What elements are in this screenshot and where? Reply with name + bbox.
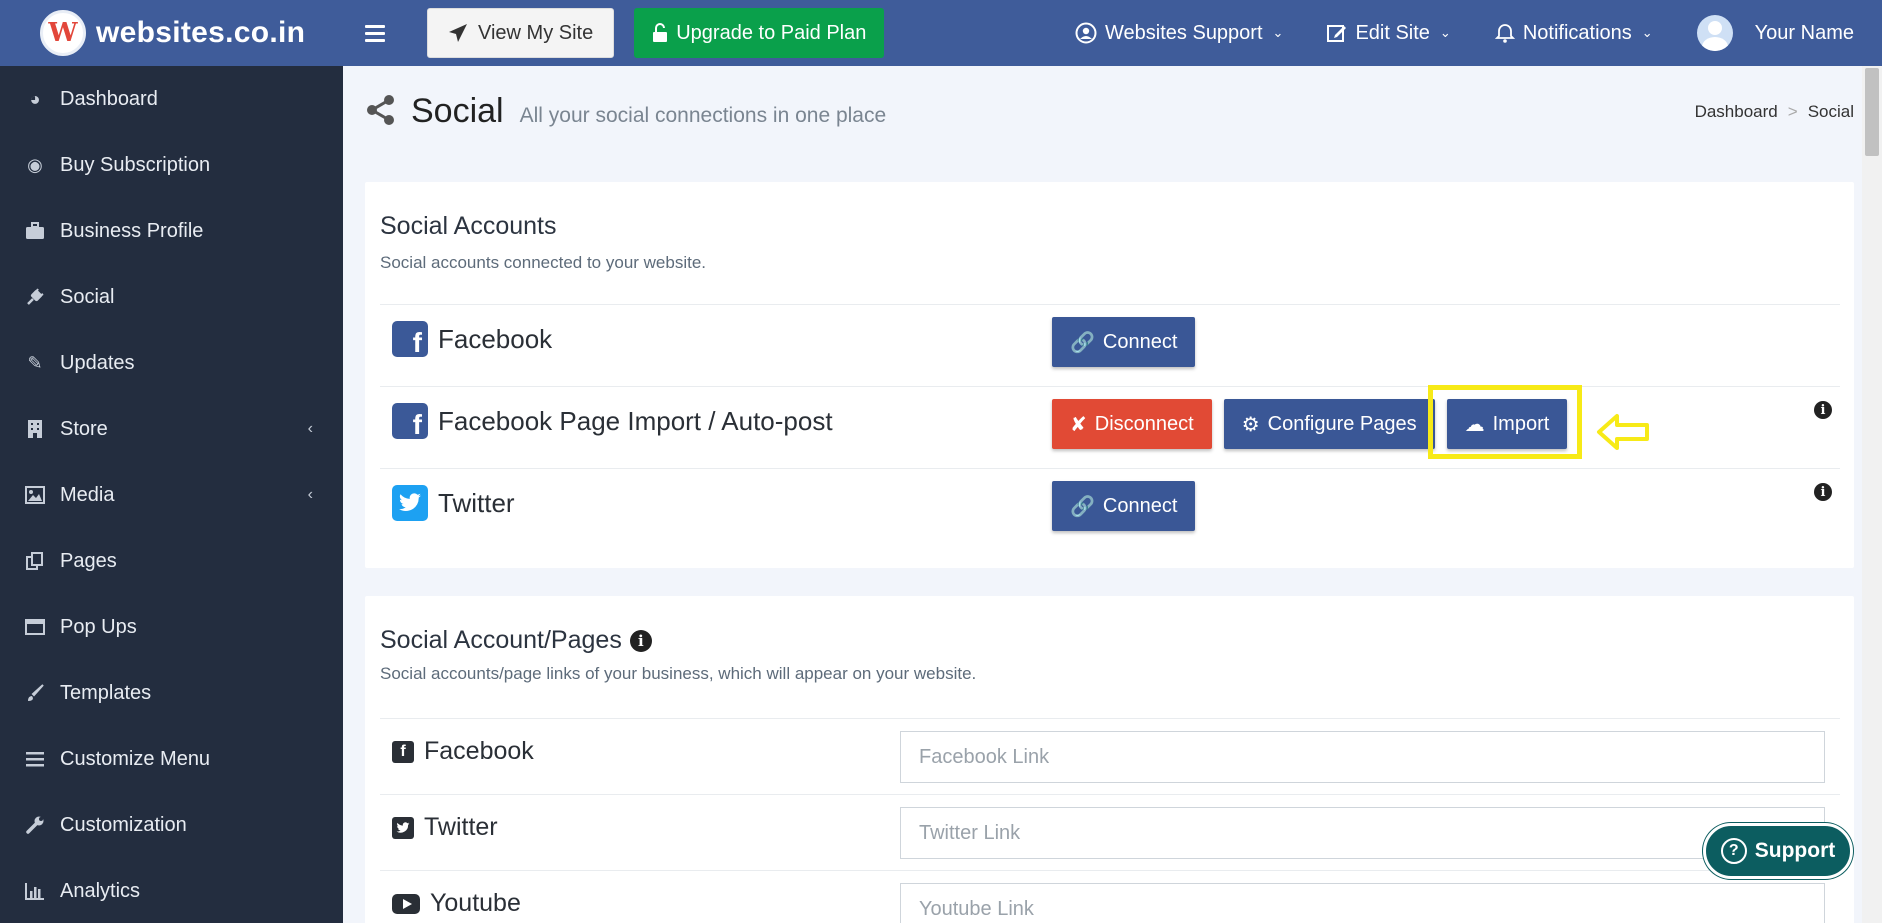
bell-icon <box>1494 24 1515 43</box>
link-icon: 🔗 <box>1070 331 1095 354</box>
sidebar-item-dashboard[interactable]: ◕ Dashboard <box>0 66 343 132</box>
sidebar-toggle-icon[interactable] <box>343 0 407 66</box>
brand-logo[interactable]: W websites.co.in <box>0 0 343 66</box>
paper-plane-icon <box>449 24 467 42</box>
breadcrumb-social: Social <box>1807 102 1854 121</box>
share-icon <box>367 95 394 125</box>
user-menu[interactable]: Your Name <box>1696 15 1854 51</box>
sidebar-item-store[interactable]: Store ‹ <box>0 396 343 462</box>
sidebar-item-pop-ups[interactable]: Pop Ups <box>0 594 343 660</box>
breadcrumb: Dashboard > Social <box>1695 102 1854 122</box>
image-icon <box>24 484 46 506</box>
sidebar-item-customize-menu[interactable]: Customize Menu <box>0 726 343 792</box>
top-navbar: W websites.co.in View My Site Upgrade to… <box>0 0 1882 66</box>
social-pages-description: Social accounts/page links of your busin… <box>380 664 977 683</box>
main-content: Social All your social connections in on… <box>343 66 1882 923</box>
disconnect-button[interactable]: ✘ Disconnect <box>1052 399 1212 449</box>
info-icon[interactable]: i <box>1814 401 1832 419</box>
chevron-left-icon: ‹ <box>307 486 313 503</box>
sidebar-item-customization[interactable]: Customization <box>0 792 343 858</box>
view-my-site-button[interactable]: View My Site <box>427 8 615 58</box>
facebook-icon: f <box>392 321 428 357</box>
avatar <box>1696 15 1733 51</box>
unlink-icon: ✘ <box>1070 413 1087 436</box>
sidebar-item-updates[interactable]: ✎ Updates <box>0 330 343 396</box>
facebook-square-icon: f <box>392 740 414 763</box>
social-accounts-card: Social Accounts Social accounts connecte… <box>365 182 1854 568</box>
gear-icon: ⚙ <box>1241 413 1260 436</box>
facebook-link-input[interactable] <box>900 731 1825 783</box>
account-row-twitter: Twitter 🔗 Connect i <box>380 468 1840 550</box>
user-circle-icon <box>1075 22 1097 44</box>
facebook-icon: f <box>392 403 428 439</box>
breadcrumb-dashboard[interactable]: Dashboard <box>1695 102 1778 122</box>
youtube-icon <box>392 893 420 914</box>
social-accounts-title: Social Accounts <box>380 212 557 240</box>
info-icon[interactable]: i <box>1814 483 1832 501</box>
support-button[interactable]: ? Support <box>1703 823 1853 879</box>
youtube-link-input[interactable] <box>900 883 1825 923</box>
chevron-down-icon: ⌄ <box>1641 25 1653 40</box>
page-header: Social All your social connections in on… <box>365 90 886 131</box>
edit-icon <box>1327 25 1347 42</box>
sidebar-item-buy-subscription[interactable]: ◉ Buy Subscription <box>0 132 343 198</box>
social-pages-title: Social Account/Pages i <box>380 626 652 655</box>
brush-icon <box>24 682 46 704</box>
websites-support-menu[interactable]: Websites Support ⌄ <box>1075 22 1283 45</box>
logo-icon: W <box>40 10 86 56</box>
sidebar-item-social[interactable]: Social <box>0 264 343 330</box>
edit-site-menu[interactable]: Edit Site ⌄ <box>1327 22 1451 45</box>
page-link-row-facebook: f Facebook <box>380 718 1840 794</box>
page-title: Social <box>411 92 504 130</box>
sidebar-item-analytics[interactable]: Analytics <box>0 858 343 923</box>
breadcrumb-separator: > <box>1787 102 1798 121</box>
twitter-square-icon <box>392 816 414 839</box>
briefcase-icon <box>24 220 46 242</box>
building-icon <box>24 418 46 440</box>
twitter-connect-button[interactable]: 🔗 Connect <box>1052 481 1196 531</box>
plug-icon <box>24 286 46 308</box>
twitter-icon <box>392 485 428 521</box>
sidebar-item-pages[interactable]: Pages <box>0 528 343 594</box>
scrollbar-track[interactable] <box>1862 66 1882 923</box>
upgrade-plan-button[interactable]: Upgrade to Paid Plan <box>634 8 885 58</box>
bars-icon <box>24 748 46 770</box>
bar-chart-icon <box>24 880 46 902</box>
social-accounts-description: Social accounts connected to your websit… <box>380 253 707 272</box>
dot-circle-icon: ◉ <box>27 154 43 175</box>
sidebar-item-business-profile[interactable]: Business Profile <box>0 198 343 264</box>
copy-icon <box>24 550 46 572</box>
pencil-icon: ✎ <box>27 352 43 373</box>
facebook-connect-button[interactable]: 🔗 Connect <box>1052 317 1196 367</box>
brand-name: websites.co.in <box>96 16 306 49</box>
twitter-link-input[interactable] <box>900 807 1825 859</box>
arrow-left-icon <box>1597 414 1649 450</box>
page-link-row-twitter: Twitter <box>380 794 1840 870</box>
social-pages-card: Social Account/Pages i Social accounts/p… <box>365 596 1854 923</box>
question-circle-icon: ? <box>1720 838 1747 864</box>
info-icon[interactable]: i <box>629 629 652 652</box>
sidebar-item-media[interactable]: Media ‹ <box>0 462 343 528</box>
import-highlight-box <box>1428 385 1582 459</box>
link-icon: 🔗 <box>1070 495 1095 518</box>
unlock-icon <box>653 23 668 42</box>
configure-pages-button[interactable]: ⚙ Configure Pages <box>1223 399 1435 449</box>
page-subtitle: All your social connections in one place <box>519 104 887 127</box>
chevron-down-icon: ⌄ <box>1439 25 1451 40</box>
chevron-down-icon: ⌄ <box>1272 25 1284 40</box>
gauge-icon: ◕ <box>29 88 41 109</box>
sidebar-item-templates[interactable]: Templates <box>0 660 343 726</box>
scrollbar-thumb[interactable] <box>1865 68 1879 156</box>
account-row-facebook: f Facebook 🔗 Connect <box>380 304 1840 386</box>
chevron-left-icon: ‹ <box>307 420 313 437</box>
wrench-icon <box>24 814 46 836</box>
page-link-row-youtube: Youtube <box>380 870 1840 923</box>
sidebar: ◕ Dashboard ◉ Buy Subscription Business Pr… <box>0 66 343 923</box>
window-icon <box>24 616 46 638</box>
notifications-menu[interactable]: Notifications ⌄ <box>1494 22 1653 45</box>
